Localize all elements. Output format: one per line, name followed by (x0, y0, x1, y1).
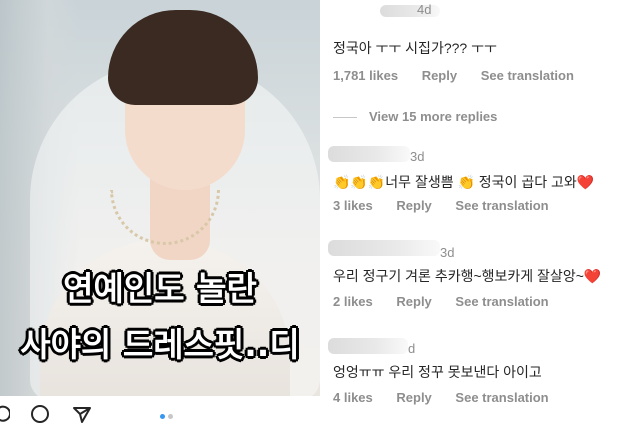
comment-meta: 4 likes Reply See translation (333, 390, 569, 405)
likes-count[interactable]: 4 likes (333, 390, 373, 405)
see-translation-link[interactable]: See translation (455, 390, 548, 405)
comment-text: 👏👏👏너무 잘생쁨 👏 정국이 곱다 고와❤️ (333, 172, 594, 192)
comment-text: 엉엉ㅠㅠ 우리 정꾸 못보낸다 아이고 (333, 364, 542, 380)
comment-time: 4d (417, 2, 432, 17)
reply-button[interactable]: Reply (396, 198, 431, 213)
share-icon[interactable] (72, 404, 92, 424)
reply-button[interactable]: Reply (422, 68, 457, 83)
see-translation-link[interactable]: See translation (455, 198, 548, 213)
comment-time: 3d (410, 149, 425, 164)
comment-text: 우리 정구기 겨론 추카행~행보카게 잘살앙~❤️ (333, 266, 601, 286)
likes-count[interactable]: 1,781 likes (333, 68, 398, 83)
comment-time: d (408, 341, 416, 356)
reply-button[interactable]: Reply (396, 390, 431, 405)
comments-panel: 4d 정국아 ㅜㅜ 시집가??? ㅜㅜ 1,781 likes Reply Se… (320, 0, 640, 424)
view-more-replies[interactable]: View 15 more replies (333, 109, 497, 124)
blurred-username (328, 146, 410, 162)
comment-time: 3d (440, 245, 455, 260)
overlay-caption-line-2: 사야의 드레스핏..디 (20, 325, 300, 364)
comment-meta: 1,781 likes Reply See translation (333, 68, 594, 83)
view-more-replies-label: View 15 more replies (369, 109, 498, 124)
post-panel: 연예인도 놀란 사야의 드레스핏..디 (0, 0, 320, 424)
heart-emoji: ❤️ (583, 268, 602, 284)
see-translation-link[interactable]: See translation (481, 68, 574, 83)
comment-text-body: 우리 정구기 겨론 추카행~행보카게 잘살앙~ (333, 268, 584, 284)
post-action-bar (0, 400, 320, 424)
comment-meta: 3 likes Reply See translation (333, 198, 569, 213)
reply-button[interactable]: Reply (396, 294, 431, 309)
divider-line (333, 117, 357, 119)
post-image[interactable]: 연예인도 놀란 사야의 드레스핏..디 (0, 0, 320, 396)
figure-hair (108, 10, 258, 105)
comment-icon[interactable] (0, 404, 11, 424)
carousel-dot (168, 414, 173, 419)
likes-count[interactable]: 3 likes (333, 198, 373, 213)
blurred-username (328, 240, 440, 256)
carousel-dot-active (160, 414, 165, 419)
see-translation-link[interactable]: See translation (455, 294, 548, 309)
blurred-username (328, 338, 408, 354)
comment-meta: 2 likes Reply See translation (333, 294, 569, 309)
likes-count[interactable]: 2 likes (333, 294, 373, 309)
comment-text: 정국아 ㅜㅜ 시집가??? ㅜㅜ (333, 40, 497, 56)
comment-text-body: 👏👏👏너무 잘생쁨 👏 정국이 곱다 고와 (333, 174, 577, 190)
comment-bubble-icon[interactable] (30, 404, 50, 424)
overlay-caption-line-1: 연예인도 놀란 (63, 269, 257, 308)
heart-emoji: ❤️ (576, 174, 595, 190)
